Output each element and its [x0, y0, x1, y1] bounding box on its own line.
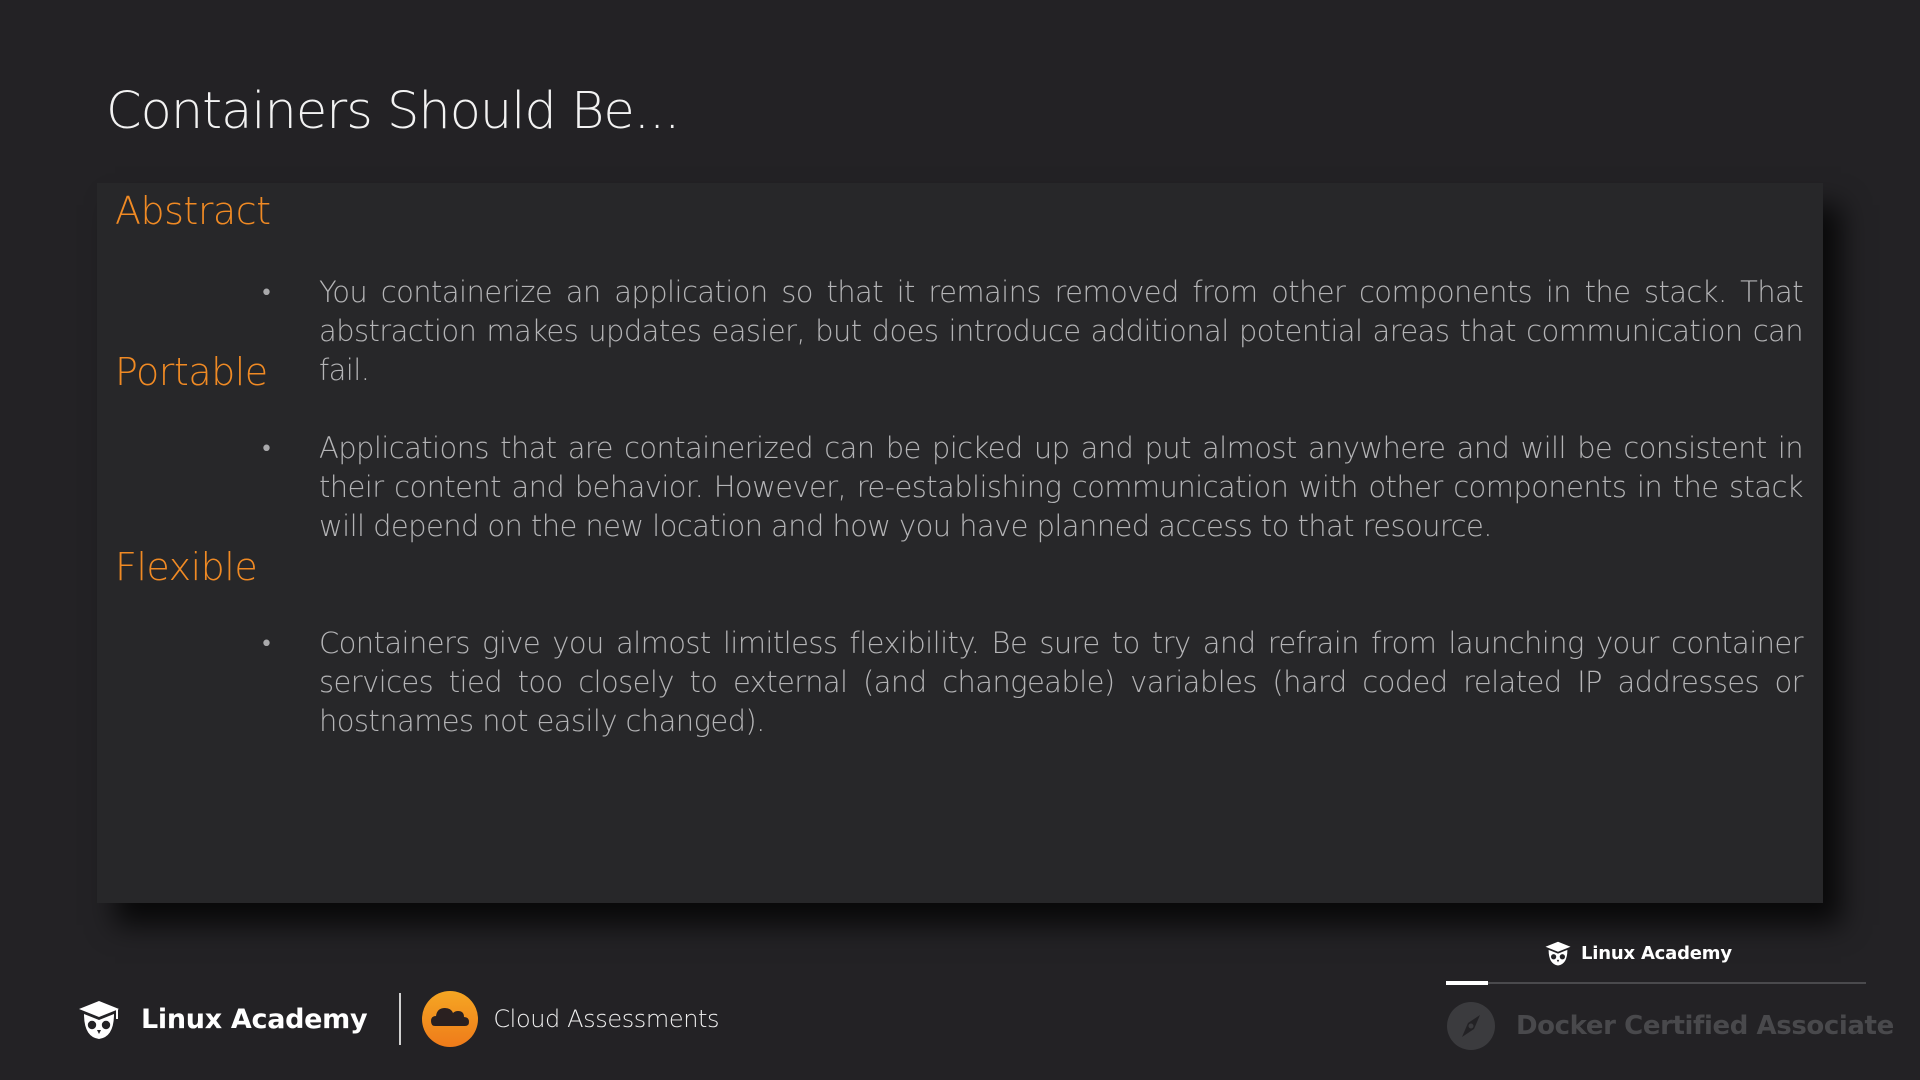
brand-name: Linux Academy [141, 1003, 368, 1035]
course-name-row: Docker Certified Associate [1446, 1001, 1894, 1051]
course-progress-bar [1446, 981, 1866, 985]
partner-name: Cloud Assessments [493, 1005, 720, 1033]
bullet-text-abstract: You containerize an application so that … [319, 275, 1804, 387]
bullet-text-flexible: Containers give you almost limitless fle… [319, 626, 1804, 738]
owl-mortarboard-icon [79, 1001, 119, 1039]
bullet-text-portable: Applications that are containerized can … [319, 431, 1804, 543]
bullet-dot: • [260, 281, 273, 306]
owl-mortarboard-icon [1545, 941, 1571, 966]
section-heading-portable: Portable [115, 350, 268, 394]
bullet-dot: • [260, 632, 273, 657]
course-badge: Linux Academy [1543, 938, 1732, 968]
course-progress-fill [1446, 981, 1488, 985]
bullet-dot: • [260, 437, 273, 462]
compass-icon [1447, 1002, 1495, 1050]
cloud-icon [422, 991, 479, 1047]
badge-label: Linux Academy [1581, 942, 1732, 964]
course-name: Docker Certified Associate [1516, 1011, 1894, 1041]
slide-title: Containers Should Be... [106, 82, 680, 141]
brand-divider [399, 993, 402, 1045]
section-heading-flexible: Flexible [115, 545, 258, 589]
section-heading-abstract: Abstract [115, 189, 271, 233]
footer-brand: Linux Academy Cloud Assessments [75, 990, 720, 1048]
content-panel: Abstract • You containerize an applicati… [97, 183, 1823, 903]
